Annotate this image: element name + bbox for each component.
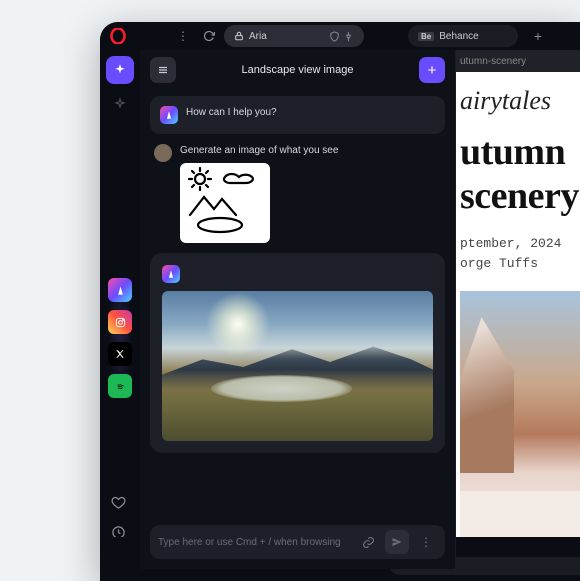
hiker-figure: [526, 497, 532, 511]
aria-input-bar: ⋮: [150, 525, 445, 559]
browser-topbar: ⋮ Aria Be Behance +: [100, 22, 580, 50]
aria-header: Landscape view image +: [140, 50, 455, 90]
generated-card: [150, 253, 445, 453]
new-tab-button[interactable]: +: [528, 26, 548, 46]
aria-conversation: How can I help you? Generate an image of…: [140, 90, 455, 519]
rail-app-aria[interactable]: [108, 278, 132, 302]
tab-behance[interactable]: Be Behance: [408, 25, 518, 47]
panel-title: Landscape view image: [184, 64, 411, 76]
user-text: Generate an image of what you see: [180, 144, 441, 157]
user-avatar: [154, 144, 172, 162]
article-date: ptember, 2024: [460, 234, 580, 254]
article-subtitle: airytales: [460, 86, 580, 116]
url-text: utumn-scenery: [460, 56, 526, 67]
aria-avatar-icon: [160, 106, 178, 124]
assistant-message: How can I help you?: [150, 96, 445, 134]
heart-icon[interactable]: [111, 495, 129, 515]
send-button[interactable]: [385, 530, 409, 554]
article-author: orge Tuffs: [460, 254, 580, 274]
assistant-text: How can I help you?: [186, 106, 277, 119]
menu-dots-icon[interactable]: ⋮: [172, 25, 194, 47]
rail-app-spotify[interactable]: [108, 374, 132, 398]
article-hero-image: [460, 291, 580, 551]
address-bar[interactable]: Aria: [224, 25, 364, 47]
rail-app-x[interactable]: [108, 342, 132, 366]
reload-icon[interactable]: [198, 25, 220, 47]
aria-rail-button[interactable]: [106, 56, 134, 84]
generated-image[interactable]: [162, 291, 433, 441]
opera-logo: [106, 24, 130, 48]
link-icon[interactable]: [357, 531, 379, 553]
sparkle-rail-button[interactable]: [106, 90, 134, 118]
panel-menu-button[interactable]: [150, 57, 176, 83]
input-more-icon[interactable]: ⋮: [415, 531, 437, 553]
pin-icon[interactable]: [343, 31, 354, 42]
tab-label: Behance: [439, 31, 478, 42]
browser-window: ⋮ Aria Be Behance + utumn-scenery: [100, 22, 580, 581]
user-sketch-image: [180, 163, 270, 243]
article-title: utumn scenery: [460, 130, 580, 218]
address-text: Aria: [249, 31, 267, 42]
behance-badge: Be: [418, 32, 434, 41]
address-bar-group: ⋮ Aria Be Behance +: [172, 25, 548, 47]
article-meta: ptember, 2024 orge Tuffs: [460, 234, 580, 273]
aria-panel: Landscape view image + How can I help yo…: [140, 50, 456, 569]
aria-avatar-icon: [162, 265, 180, 283]
sidebar-rail: •••: [100, 50, 140, 581]
shield-icon[interactable]: [329, 31, 340, 42]
user-message: Generate an image of what you see: [150, 144, 445, 243]
rail-apps-group: [108, 270, 132, 406]
aria-text-input[interactable]: [158, 537, 351, 548]
lock-icon: [234, 31, 244, 41]
rail-app-instagram[interactable]: [108, 310, 132, 334]
new-chat-button[interactable]: +: [419, 57, 445, 83]
